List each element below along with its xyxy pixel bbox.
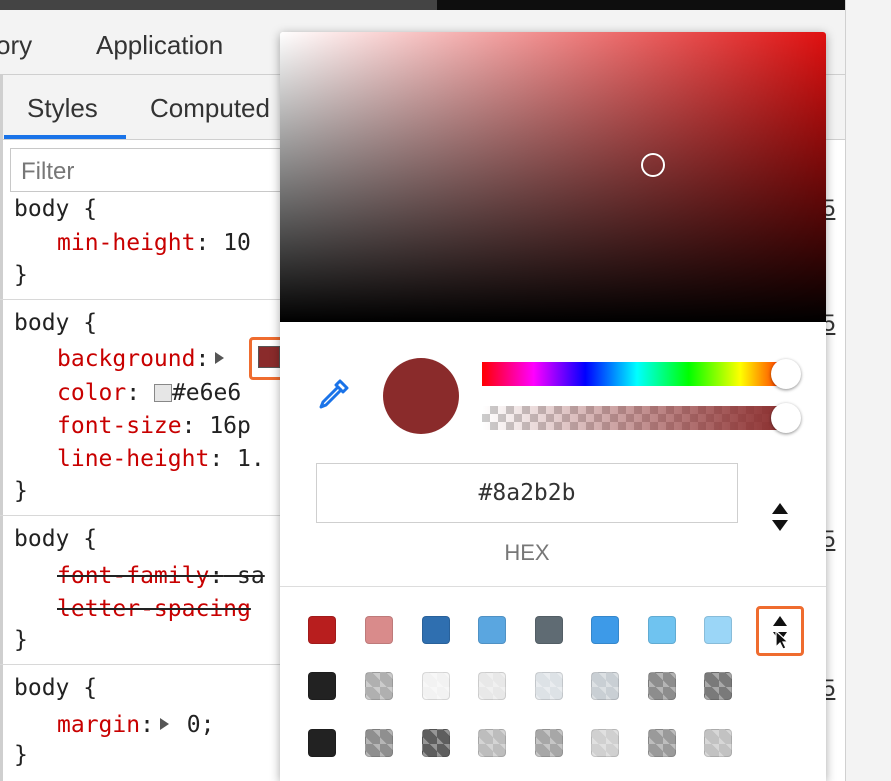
saturation-value-area[interactable] [280,32,826,322]
rule-separator [0,515,300,516]
palette-swatch[interactable] [308,616,336,644]
color-picker-popover: #8a2b2b HEX [280,32,826,781]
property-value: #e6e6 [171,380,242,406]
property-name: letter-spacing [57,596,251,622]
saturation-handle[interactable] [641,153,665,177]
palette-swatch[interactable] [591,616,619,644]
palette-swatch[interactable] [704,616,732,644]
panel-divider [0,75,3,781]
property-value: 0; [172,712,215,738]
rule-selector: body { [14,310,98,336]
palette-swatch[interactable] [422,729,450,757]
up-down-arrows-icon [773,616,790,650]
palette-swatch[interactable] [648,672,676,700]
tab-application[interactable]: Application [96,30,223,61]
tab-styles[interactable]: Styles [27,93,98,124]
rule-selector: body { [14,526,98,552]
rule-separator [0,664,300,665]
rule-declaration[interactable]: line-height: 1. [57,446,265,472]
palette-swatch[interactable] [648,729,676,757]
property-name: margin [57,712,141,738]
rule-declaration[interactable]: color: #e6e6 [57,380,241,406]
triangle-right-icon[interactable] [215,352,225,364]
rule-declaration[interactable]: min-height: 10 [57,230,251,256]
palette-swatch[interactable] [535,729,563,757]
rule-close-brace: } [14,627,28,653]
rule-declaration[interactable]: margin: 0; [57,712,215,738]
filter-placeholder: Filter [21,158,75,185]
rule-separator [0,299,300,300]
property-name: font-family [57,563,210,589]
triangle-right-icon[interactable] [159,718,169,730]
palette-swatch[interactable] [535,672,563,700]
property-name: font-size [57,413,182,439]
palette-toggle-button[interactable] [756,606,804,656]
alpha-slider-handle[interactable] [771,403,801,433]
palette-swatch[interactable] [365,729,393,757]
palette-swatch[interactable] [308,672,336,700]
palette-swatch[interactable] [422,672,450,700]
palette-swatch[interactable] [478,616,506,644]
color-swatch[interactable] [153,384,172,402]
property-value: 1. [223,446,265,472]
palette-swatch[interactable] [422,616,450,644]
property-value: sa [223,563,265,589]
property-value: 16p [195,413,251,439]
property-name: line-height [57,446,210,472]
rule-selector: body { [14,196,98,222]
palette-swatch[interactable] [365,616,393,644]
palette-swatch[interactable] [478,729,506,757]
eyedropper-icon[interactable] [316,378,350,412]
overridden-declaration[interactable]: letter-spacing [57,596,251,622]
rule-close-brace: } [14,478,28,504]
rule-close-brace: } [14,742,28,768]
property-name: background [57,346,196,372]
hue-slider[interactable] [482,362,792,386]
top-window-strip [0,0,891,10]
filter-input[interactable]: Filter [10,148,310,192]
up-down-arrows-icon[interactable] [766,499,794,535]
palette-swatch[interactable] [365,672,393,700]
rule-selector: body { [14,675,98,701]
tab-memory[interactable]: ory [0,30,32,61]
hue-slider-handle[interactable] [771,359,801,389]
active-tab-indicator [4,135,126,139]
format-label: HEX [504,540,550,565]
property-name: min-height [57,230,196,256]
rule-declaration[interactable]: background: [57,346,228,372]
property-name: color [57,380,127,406]
palette-swatch[interactable] [308,729,336,757]
palette-swatch[interactable] [704,729,732,757]
overridden-declaration[interactable]: font-family: sa [57,563,265,589]
palette-swatch[interactable] [591,672,619,700]
rule-declaration[interactable]: font-size: 16p [57,413,251,439]
palette-swatch[interactable] [704,672,732,700]
palette-swatch[interactable] [591,729,619,757]
hex-input[interactable]: #8a2b2b [316,463,738,523]
tab-computed[interactable]: Computed [150,93,270,124]
color-preview [383,358,459,434]
right-gutter [845,0,891,781]
palette-swatch[interactable] [648,616,676,644]
palette-swatch[interactable] [535,616,563,644]
rule-close-brace: } [14,262,28,288]
alpha-slider[interactable] [482,406,792,430]
property-value: 10 [209,230,251,256]
palette-separator [280,586,826,587]
palette-swatch[interactable] [478,672,506,700]
